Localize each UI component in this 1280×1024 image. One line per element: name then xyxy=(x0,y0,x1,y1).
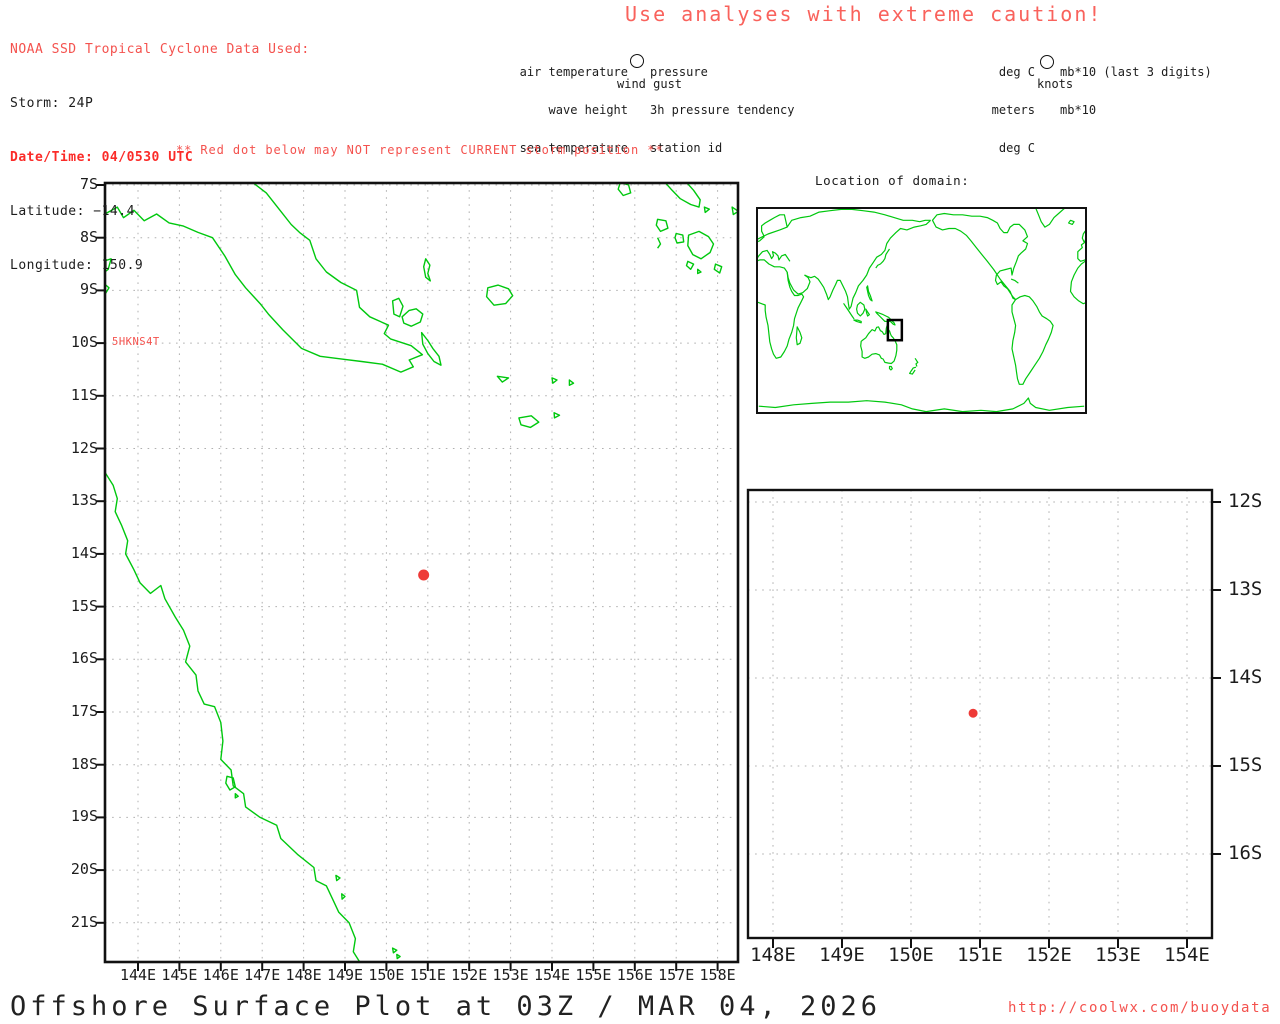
noaa-source-line: NOAA SSD Tropical Cyclone Data Used: xyxy=(10,42,310,57)
zoom-x-tick-label: 154E xyxy=(1164,944,1210,966)
legend-wind-gust: wind gust xyxy=(617,77,683,91)
main-y-tick-label: 17S xyxy=(70,702,98,720)
inset-map-title: Location of domain: xyxy=(815,173,970,188)
station-model-circle-icon xyxy=(630,54,644,68)
main-x-tick-label: 149E xyxy=(326,966,364,984)
main-y-tick-label: 11S xyxy=(70,385,98,404)
main-y-tick-label: 8S xyxy=(79,227,98,246)
main-x-tick-label: 157E xyxy=(658,966,695,984)
main-x-tick-label: 147E xyxy=(244,966,281,984)
zoom-y-tick-label: 16S xyxy=(1228,842,1263,864)
main-x-tick-label: 145E xyxy=(161,966,198,984)
zoom-x-tick-label: 152E xyxy=(1026,944,1072,966)
legend-wave-height: wave height xyxy=(548,102,628,117)
main-y-tick-label: 15S xyxy=(70,596,98,615)
main-x-tick-label: 158E xyxy=(699,966,736,984)
main-x-tick-label: 156E xyxy=(616,966,653,984)
main-x-tick-label: 152E xyxy=(451,966,488,984)
main-x-tick-label: 148E xyxy=(285,966,322,984)
unit-deg-c-sea: deg C xyxy=(998,140,1035,155)
world-inset-map xyxy=(756,207,1087,414)
zoom-y-tick-label: 12S xyxy=(1228,490,1263,512)
source-url-link[interactable]: http://coolwx.com/buoydata xyxy=(1008,1000,1271,1016)
caution-title: Use analyses with extreme caution! xyxy=(625,2,1103,26)
station-legend-right: pressure 3h pressure tendency station id xyxy=(650,41,795,180)
zoom-y-tick-label: 15S xyxy=(1228,754,1263,776)
unit-knots: knots xyxy=(1037,77,1074,91)
main-x-tick-label: 144E xyxy=(119,966,157,984)
main-y-tick-label: 20S xyxy=(70,860,98,879)
main-y-tick-label: 18S xyxy=(70,754,98,773)
latitude-line: Latitude: −14.4 xyxy=(10,204,135,219)
main-x-tick-label: 146E xyxy=(202,966,239,984)
legend-air-temperature: air temperature xyxy=(519,65,628,80)
main-y-tick-label: 12S xyxy=(70,438,98,457)
legend-station-id: station id xyxy=(650,140,723,155)
main-x-tick-label: 150E xyxy=(368,966,405,984)
zoom-x-tick-label: 150E xyxy=(888,944,934,966)
inset-border xyxy=(756,207,1087,414)
unit-deg-c-air: deg C xyxy=(998,65,1035,80)
unit-mb10-last3: mb*10 (last 3 digits) xyxy=(1060,65,1212,80)
main-x-tick-label: 151E xyxy=(409,966,446,984)
storm-id-line: Storm: 24P xyxy=(10,96,94,111)
zoom-map-border xyxy=(746,488,1214,940)
main-y-tick-label: 9S xyxy=(79,280,98,299)
main-x-tick-label: 153E xyxy=(492,966,529,984)
unit-mb10: mb*10 xyxy=(1060,102,1097,117)
zoom-y-tick-label: 13S xyxy=(1228,578,1263,600)
legend-pressure-tendency: 3h pressure tendency xyxy=(650,102,795,117)
main-y-tick-label: 13S xyxy=(70,491,98,510)
units-model-circle-icon xyxy=(1040,55,1054,69)
domain-rectangle xyxy=(886,318,904,342)
zoom-x-tick-label: 149E xyxy=(819,944,865,966)
cyclone-info-block: NOAA SSD Tropical Cyclone Data Used: Sto… xyxy=(10,5,310,311)
storm-dot-main xyxy=(418,569,430,581)
zoom-y-tick-label: 14S xyxy=(1228,666,1263,688)
main-y-tick-label: 7S xyxy=(79,175,98,193)
main-y-tick-label: 10S xyxy=(70,333,98,352)
units-legend-left: deg C meters deg C xyxy=(953,41,1035,180)
zoom-x-tick-label: 148E xyxy=(750,944,796,966)
zoom-x-tick-label: 153E xyxy=(1095,944,1141,966)
unit-meters: meters xyxy=(991,102,1035,117)
main-y-tick-label: 19S xyxy=(70,807,98,826)
units-legend-right: mb*10 (last 3 digits) mb*10 xyxy=(1060,41,1212,142)
page-title: Offshore Surface Plot at 03Z / MAR 04, 2… xyxy=(10,991,881,1022)
storm-dot-zoom xyxy=(968,708,978,718)
main-x-tick-label: 155E xyxy=(575,966,612,984)
longitude-line: Longitude: 150.9 xyxy=(10,258,144,273)
zoom-x-tick-label: 151E xyxy=(957,944,1003,966)
offshore-surface-plot-page: NOAA SSD Tropical Cyclone Data Used: Sto… xyxy=(0,0,1280,1024)
storm-code-label: 5HKNS4T xyxy=(112,336,160,348)
red-dot-warning: ** Red dot below may NOT represent CURRE… xyxy=(176,143,664,157)
main-y-tick-label: 21S xyxy=(70,912,98,931)
main-y-tick-label: 16S xyxy=(70,649,98,668)
main-x-tick-label: 154E xyxy=(533,966,571,984)
zoom-map xyxy=(746,488,1221,948)
main-y-tick-label: 14S xyxy=(70,543,98,562)
station-legend-left: air temperature wave height sea temperat… xyxy=(458,41,628,180)
